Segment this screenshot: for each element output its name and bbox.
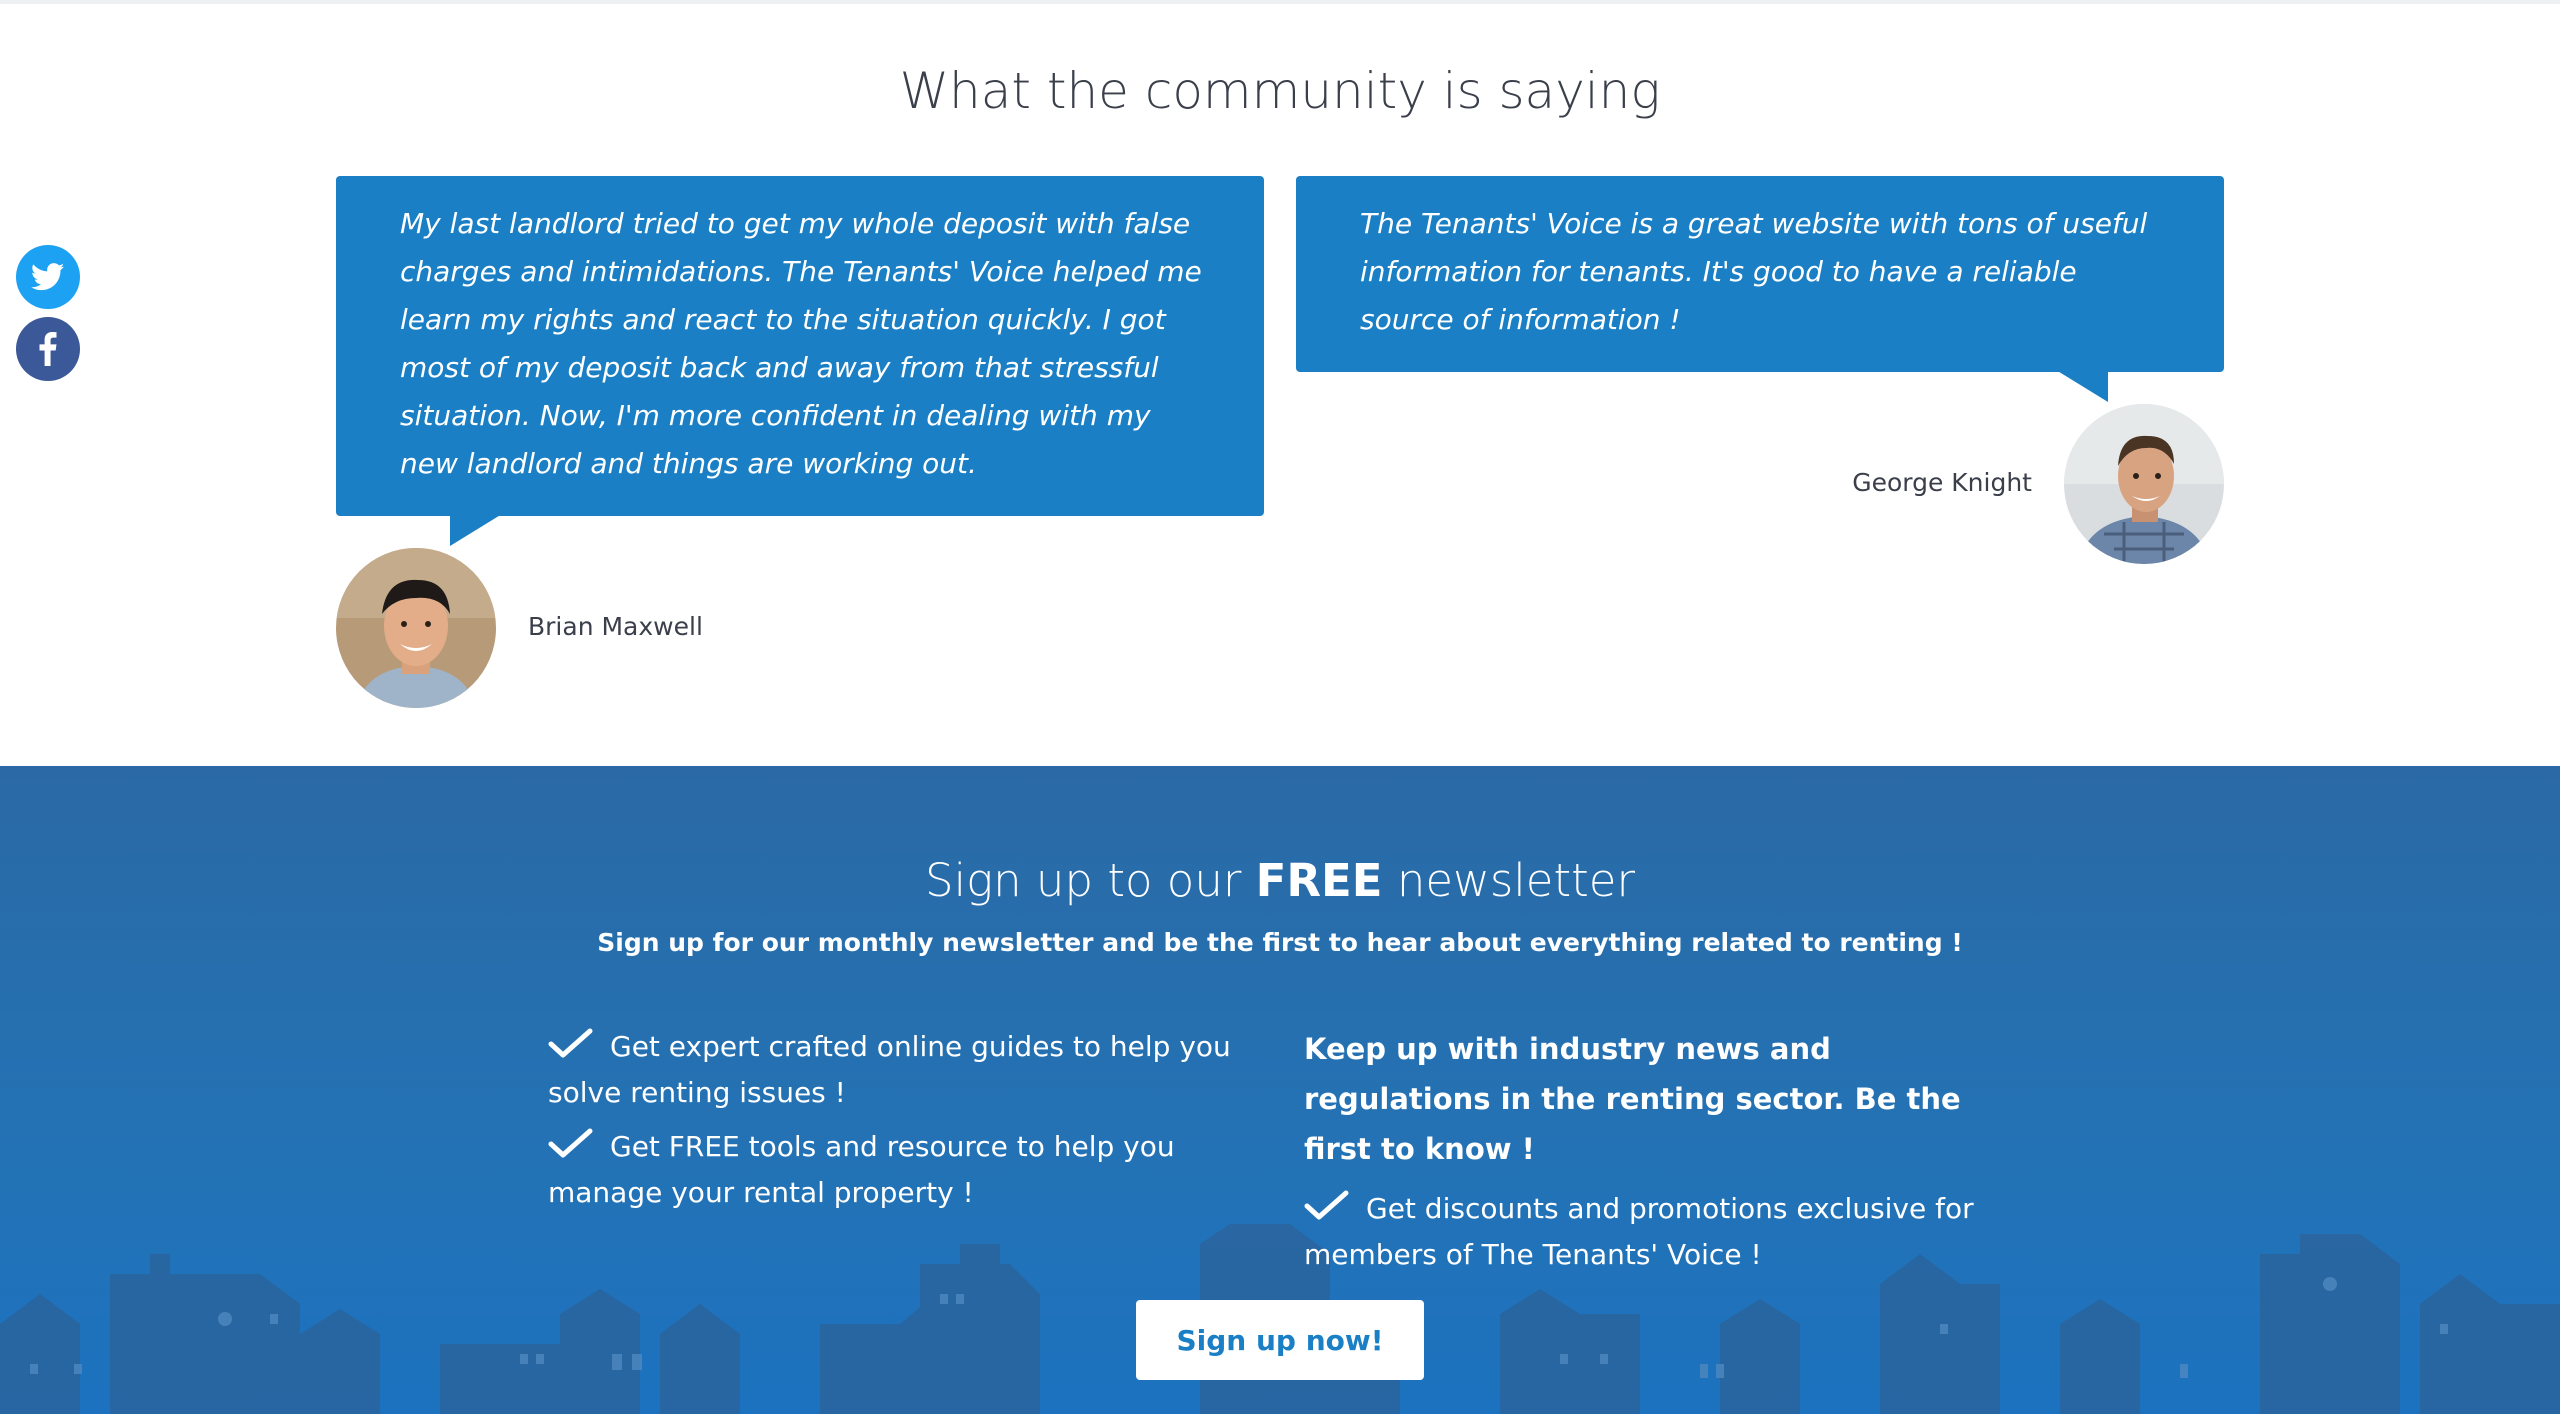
benefit-text: Get expert crafted online guides to help… (548, 1030, 1231, 1109)
testimonial-author-2: George Knight (1852, 468, 2032, 497)
checkmark-icon (548, 1128, 593, 1158)
social-share-bar (16, 245, 80, 389)
newsletter-subtitle: Sign up for our monthly newsletter and b… (597, 928, 1963, 957)
testimonial-quote-2: The Tenants' Voice is a great website wi… (1296, 176, 2224, 372)
newsletter-title: Sign up to our FREE newsletter (0, 854, 2560, 907)
top-divider (0, 0, 2560, 4)
checkmark-icon (548, 1028, 593, 1058)
speech-bubble-tail (2056, 370, 2108, 402)
quote-text: My last landlord tried to get my whole d… (400, 207, 1202, 480)
testimonials-title: What the community is saying (899, 62, 1661, 120)
speech-bubble-tail (450, 514, 502, 546)
benefit-lead: Keep up with industry news and regulatio… (1304, 1032, 1961, 1166)
testimonial-quote-1: My last landlord tried to get my whole d… (336, 176, 1264, 516)
avatar-brian-maxwell (336, 548, 496, 708)
facebook-icon (39, 332, 57, 366)
sign-up-now-button[interactable]: Sign up now! (1136, 1300, 1424, 1380)
benefit-item: Get FREE tools and resource to help you … (548, 1124, 1248, 1216)
newsletter-title-pre: Sign up to our (925, 854, 1256, 907)
newsletter-section: Sign up to our FREE newsletter Sign up f… (0, 766, 2560, 1414)
newsletter-title-free: FREE (1255, 854, 1383, 907)
twitter-icon (31, 263, 65, 291)
benefit-text: Get discounts and promotions exclusive f… (1304, 1192, 1974, 1271)
benefit-text: Get FREE tools and resource to help you … (548, 1130, 1175, 1209)
facebook-share-button[interactable] (16, 317, 80, 381)
quote-text: The Tenants' Voice is a great website wi… (1360, 207, 2148, 336)
newsletter-title-post: newsletter (1382, 854, 1635, 907)
benefit-item: Get expert crafted online guides to help… (548, 1024, 1248, 1116)
twitter-share-button[interactable] (16, 245, 80, 309)
benefit-item: Get discounts and promotions exclusive f… (1304, 1186, 2004, 1278)
benefits-list-left: Get expert crafted online guides to help… (548, 1024, 1248, 1224)
avatar-george-knight (2064, 404, 2224, 564)
checkmark-icon (1304, 1190, 1349, 1220)
benefits-list-right: Keep up with industry news and regulatio… (1304, 1024, 2004, 1286)
testimonial-author-1: Brian Maxwell (528, 612, 703, 641)
